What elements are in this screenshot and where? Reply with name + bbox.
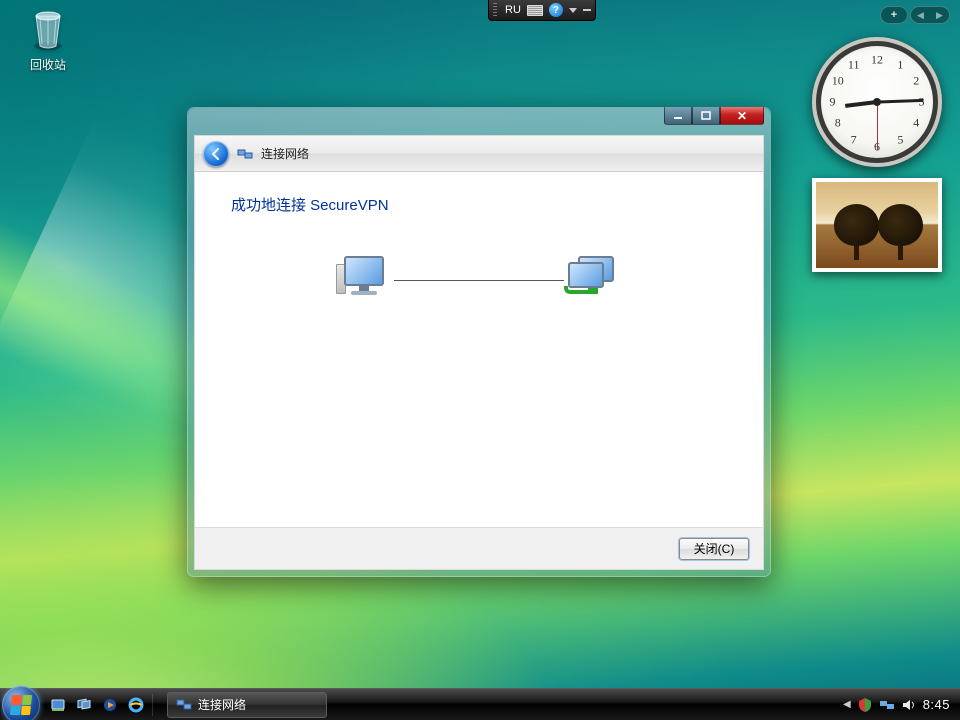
dialog-heading: 成功地连接 SecureVPN <box>231 194 727 215</box>
clock-gadget[interactable]: 12 1 2 3 4 5 6 7 8 9 10 11 <box>812 37 942 167</box>
taskbar-item-label: 连接网络 <box>198 696 246 713</box>
start-button[interactable] <box>2 686 40 720</box>
desktop-icon-label: 回收站 <box>8 56 88 73</box>
quick-launch-switch-windows[interactable] <box>72 693 96 717</box>
quick-launch-media-player[interactable] <box>98 693 122 717</box>
clock-second-hand <box>877 102 878 150</box>
tree-icon <box>878 200 923 260</box>
close-button[interactable]: 关闭(C) <box>679 538 749 560</box>
quick-launch-show-desktop[interactable] <box>46 693 70 717</box>
connection-diagram <box>195 256 763 304</box>
back-button[interactable] <box>203 141 229 167</box>
volume-icon[interactable] <box>901 697 917 713</box>
sidebar-nav[interactable]: ◀▶ <box>910 6 950 24</box>
tree-icon <box>834 200 879 260</box>
taskbar-item-connect-network[interactable]: 连接网络 <box>167 692 327 718</box>
sidebar-controls: + ◀▶ <box>880 6 950 24</box>
langbar-options-dropdown[interactable] <box>569 8 577 13</box>
network-tray-icon[interactable] <box>879 697 895 713</box>
dialog-footer: 关闭(C) <box>195 527 763 569</box>
taskbar-clock[interactable]: 8:45 <box>923 697 950 712</box>
window-minimize-button[interactable] <box>664 107 692 125</box>
system-tray: ◀ 8:45 <box>843 697 960 713</box>
windows-logo-icon <box>10 695 32 715</box>
window-maximize-button[interactable] <box>692 107 720 125</box>
langbar-grip[interactable] <box>493 3 497 17</box>
network-icon <box>176 697 192 713</box>
quick-launch-ie[interactable] <box>124 693 148 717</box>
computer-icon <box>336 256 394 304</box>
window-close-button[interactable]: ✕ <box>720 107 764 125</box>
langbar-lang-indicator[interactable]: RU <box>505 4 521 16</box>
quick-launch <box>46 693 148 717</box>
window-title: 连接网络 <box>261 145 309 162</box>
window-nav-bar: 连接网络 <box>195 136 763 172</box>
chevron-left-icon: ◀ <box>917 10 924 21</box>
sidebar-add-gadget-button[interactable]: + <box>880 6 908 24</box>
connection-line-icon <box>394 280 564 281</box>
chevron-right-icon: ▶ <box>936 10 943 21</box>
recycle-bin-icon <box>24 4 72 52</box>
slideshow-gadget[interactable] <box>812 178 942 272</box>
security-icon[interactable] <box>857 697 873 713</box>
help-icon[interactable]: ? <box>549 3 563 17</box>
keyboard-icon[interactable] <box>527 5 543 16</box>
tray-overflow-button[interactable]: ◀ <box>843 699 851 710</box>
taskbar: 连接网络 ◀ 8:45 <box>0 688 960 720</box>
desktop-icon-recycle-bin[interactable]: 回收站 <box>8 4 88 73</box>
connect-network-window: ✕ 连接网络 成功地连接 SecureVPN 关闭(C) <box>187 107 771 577</box>
window-controls: ✕ <box>664 107 764 125</box>
language-bar[interactable]: RU ? <box>488 0 596 21</box>
network-icon <box>237 146 253 162</box>
close-icon: ✕ <box>737 109 747 123</box>
langbar-minimize[interactable] <box>583 9 591 11</box>
arrow-left-icon <box>209 147 223 161</box>
server-icon <box>564 256 622 304</box>
